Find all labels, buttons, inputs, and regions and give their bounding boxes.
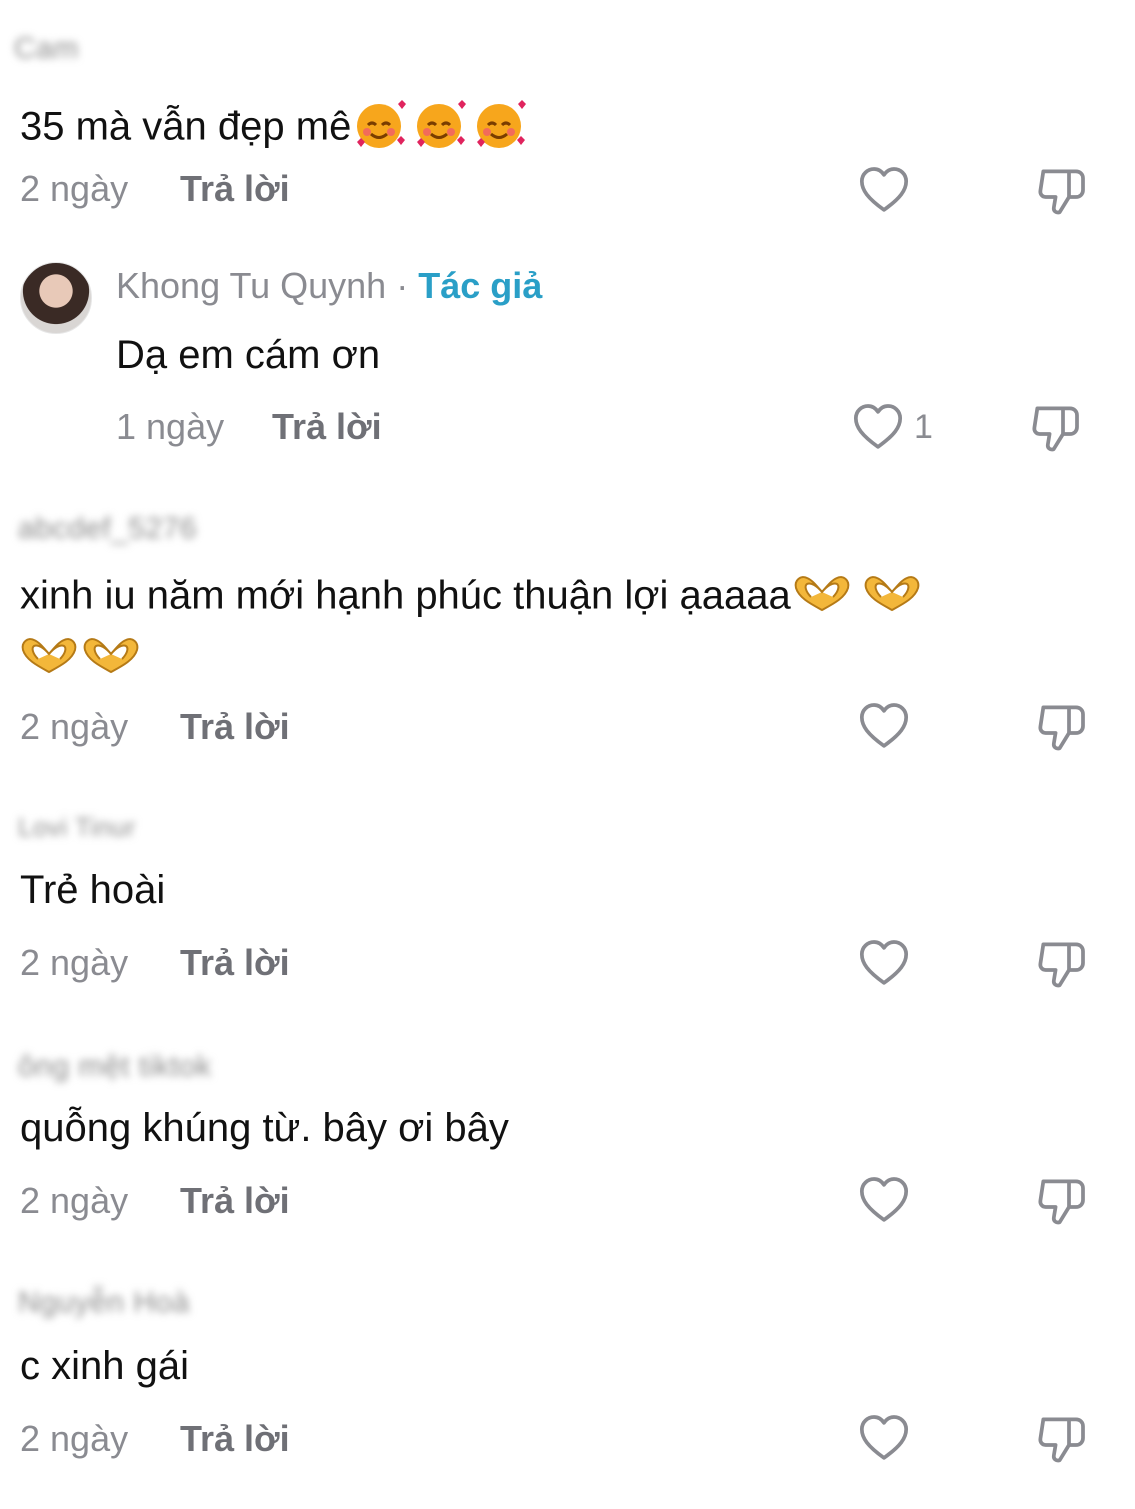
dislike-icon[interactable] xyxy=(1028,399,1084,455)
reply-button[interactable]: Trả lời xyxy=(180,1418,290,1460)
author-badge: Tác giả xyxy=(418,265,543,306)
comment-date: 2 ngày xyxy=(20,1180,129,1221)
avatar[interactable] xyxy=(20,262,92,334)
comment-username[interactable]: abcdef_5276 xyxy=(18,512,197,546)
reply-button[interactable]: Trả lời xyxy=(180,942,290,984)
comment-text: c xinh gái xyxy=(20,1344,189,1388)
comment-text: xinh iu năm mới hạnh phúc thuận lợi ạaaa… xyxy=(20,570,923,626)
comment-text: 35 mà vẫn đẹp mê xyxy=(20,96,531,162)
smiling-face-with-hearts-emoji xyxy=(351,96,411,162)
name-separator: · xyxy=(386,265,419,306)
heart-icon[interactable] xyxy=(856,698,912,754)
comment-date: 1 ngày xyxy=(116,406,225,447)
dislike-icon[interactable] xyxy=(1034,935,1090,991)
comment-username[interactable]: Nguyễn Hoà xyxy=(18,1286,190,1320)
dislike-icon[interactable] xyxy=(1034,1410,1090,1466)
heart-icon[interactable] xyxy=(856,162,912,218)
reply-button[interactable]: Trả lời xyxy=(272,406,382,448)
heart-icon[interactable] xyxy=(856,1172,912,1228)
comment-text: Dạ em cám ơn xyxy=(116,333,381,377)
comment-date: 2 ngày xyxy=(20,706,129,747)
smiling-face-with-hearts-emoji xyxy=(411,96,471,162)
heart-hands-emoji xyxy=(80,632,142,683)
smiling-face-with-hearts-emoji xyxy=(471,96,531,162)
comment-text-emoji-line xyxy=(18,632,142,683)
comment-text: quỗng khúng từ. bây ơi bây xyxy=(20,1106,509,1150)
dislike-icon[interactable] xyxy=(1034,1172,1090,1228)
comment-username[interactable]: Lovi Tinur xyxy=(18,812,136,843)
comment-username[interactable]: Cam xyxy=(14,32,79,66)
heart-icon[interactable] xyxy=(856,935,912,991)
heart-hands-emoji xyxy=(791,570,853,626)
comment-text-body: xinh iu năm mới hạnh phúc thuận lợi ạaaa… xyxy=(20,573,791,618)
comment-username[interactable]: Khong Tu Quynh xyxy=(116,265,386,306)
comment-date: 2 ngày xyxy=(20,942,129,983)
dislike-icon[interactable] xyxy=(1034,698,1090,754)
reply-button[interactable]: Trả lời xyxy=(180,706,290,748)
heart-hands-emoji xyxy=(861,570,923,626)
reply-button[interactable]: Trả lời xyxy=(180,1180,290,1222)
comment-date: 2 ngày xyxy=(20,1418,129,1459)
heart-icon[interactable] xyxy=(856,1410,912,1466)
comment-username[interactable]: ông mệt tiktok xyxy=(18,1050,212,1084)
reply-button[interactable]: Trả lời xyxy=(180,168,290,210)
reply-header: Khong Tu Quynh · Tác giả xyxy=(116,265,542,307)
like-count: 1 xyxy=(914,408,933,446)
heart-hands-emoji xyxy=(18,632,80,683)
comment-text: Trẻ hoài xyxy=(20,868,166,912)
heart-icon[interactable] xyxy=(850,399,906,455)
comment-date: 2 ngày xyxy=(20,168,129,209)
comment-text-body: 35 mà vẫn đẹp mê xyxy=(20,104,352,149)
dislike-icon[interactable] xyxy=(1034,162,1090,218)
